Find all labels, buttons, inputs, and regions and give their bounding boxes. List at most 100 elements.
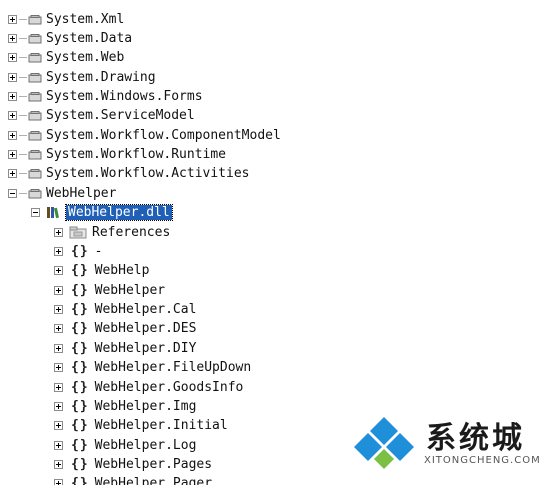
namespace-braces-icon: {}	[71, 302, 89, 317]
site-watermark: 系统城 XITONGCHENG.COM	[354, 411, 544, 473]
tree-item[interactable]: System.Web	[8, 48, 124, 67]
namespace-item[interactable]: {} WebHelper.Initial	[54, 416, 228, 435]
assembly-icon	[28, 72, 42, 82]
namespace-braces-icon: {}	[71, 341, 89, 356]
namespace-item[interactable]: {} WebHelper.Pages	[54, 455, 212, 474]
namespace-item[interactable]: {} WebHelper.DIY	[54, 339, 196, 358]
namespace-braces-icon: {}	[71, 321, 89, 336]
watermark-subtitle: XITONGCHENG.COM	[424, 455, 541, 466]
expand-plus-icon[interactable]	[54, 228, 63, 237]
namespace-label: WebHelper.Pages	[94, 457, 213, 472]
namespace-braces-icon: {}	[71, 438, 89, 453]
expand-plus-icon[interactable]	[8, 131, 17, 140]
namespace-braces-icon: {}	[71, 244, 89, 259]
collapse-minus-icon[interactable]	[8, 189, 17, 198]
expand-plus-icon[interactable]	[8, 34, 17, 43]
namespace-label: WebHelper.GoodsInfo	[94, 380, 244, 395]
selected-dll-label: WebHelper.dll	[65, 204, 173, 221]
expand-plus-icon[interactable]	[54, 383, 63, 392]
expand-plus-icon[interactable]	[54, 402, 63, 411]
assembly-icon	[28, 149, 42, 159]
namespace-braces-icon: {}	[71, 418, 89, 433]
tree-item-dll[interactable]: WebHelper.dll	[31, 203, 173, 222]
tree-item[interactable]: System.Xml	[8, 10, 124, 29]
tree-item-label: System.Workflow.Runtime	[46, 147, 227, 162]
namespace-label: WebHelper.DIY	[94, 341, 197, 356]
tree-item-label: System.Workflow.ComponentModel	[46, 128, 281, 143]
tree-item[interactable]: System.Windows.Forms	[8, 87, 203, 106]
expand-plus-icon[interactable]	[54, 286, 63, 295]
namespace-braces-icon: {}	[71, 360, 89, 375]
references-folder-icon	[69, 226, 87, 239]
namespace-item[interactable]: {} WebHelper.Cal	[54, 300, 196, 319]
expand-plus-icon[interactable]	[54, 305, 63, 314]
namespace-braces-icon: {}	[71, 263, 89, 278]
namespace-item[interactable]: {} WebHelper.GoodsInfo	[54, 378, 243, 397]
namespace-label: WebHelp	[94, 263, 150, 278]
namespace-item[interactable]: {} WebHelper.Log	[54, 436, 196, 455]
tree-item-label: WebHelper	[46, 186, 117, 201]
expand-plus-icon[interactable]	[54, 344, 63, 353]
expand-plus-icon[interactable]	[8, 169, 17, 178]
namespace-label: WebHelper.Cal	[94, 302, 197, 317]
assembly-icon	[28, 130, 42, 140]
tree-item[interactable]: System.Workflow.Activities	[8, 164, 250, 183]
assembly-icon	[28, 14, 42, 24]
namespace-item[interactable]: {} WebHelper.DES	[54, 319, 196, 338]
expand-plus-icon[interactable]	[54, 460, 63, 469]
expand-plus-icon[interactable]	[54, 421, 63, 430]
tree-item-label: System.Xml	[46, 12, 125, 27]
object-browser-tree: System.Xml System.Data System.Web System…	[0, 0, 550, 485]
tree-item-label: System.ServiceModel	[46, 108, 195, 123]
tree-item-label: References	[92, 225, 171, 240]
namespace-braces-icon: {}	[71, 380, 89, 395]
namespace-label: WebHelper	[94, 283, 166, 298]
namespace-item[interactable]: {} WebHelper	[54, 281, 165, 300]
expand-plus-icon[interactable]	[8, 73, 17, 82]
tree-item-webhelper[interactable]: WebHelper	[8, 184, 116, 203]
tree-item[interactable]: System.ServiceModel	[8, 106, 195, 125]
namespace-item[interactable]: {} WebHelp	[54, 261, 149, 280]
namespace-label: WebHelper.Log	[94, 438, 197, 453]
tree-item-label: System.Workflow.Activities	[46, 166, 250, 181]
assembly-icon	[28, 188, 42, 198]
namespace-label: WebHelper.Img	[94, 399, 197, 414]
expand-plus-icon[interactable]	[8, 53, 17, 62]
tree-item-label: System.Windows.Forms	[46, 89, 203, 104]
expand-plus-icon[interactable]	[8, 150, 17, 159]
namespace-item[interactable]: {} WebHelper.FileUpDown	[54, 358, 251, 377]
tree-item-references[interactable]: References	[54, 223, 170, 242]
namespace-braces-icon: {}	[71, 476, 89, 485]
namespace-braces-icon: {}	[71, 399, 89, 414]
expand-plus-icon[interactable]	[54, 266, 63, 275]
tree-item[interactable]: System.Workflow.ComponentModel	[8, 126, 281, 145]
tree-item[interactable]: System.Drawing	[8, 68, 156, 87]
assembly-icon	[28, 110, 42, 120]
expand-plus-icon[interactable]	[54, 324, 63, 333]
namespace-item[interactable]: {} WebHelper.Img	[54, 397, 196, 416]
tree-item-label: System.Drawing	[46, 70, 156, 85]
namespace-label: WebHelper.Pager	[94, 476, 213, 485]
expand-plus-icon[interactable]	[8, 15, 17, 24]
collapse-minus-icon[interactable]	[31, 208, 40, 217]
assembly-icon	[28, 33, 42, 43]
expand-plus-icon[interactable]	[8, 111, 17, 120]
tree-item[interactable]: System.Data	[8, 29, 132, 48]
expand-plus-icon[interactable]	[54, 363, 63, 372]
assembly-icon	[28, 91, 42, 101]
tree-item[interactable]: System.Workflow.Runtime	[8, 145, 226, 164]
assembly-icon	[28, 52, 42, 62]
expand-plus-icon[interactable]	[54, 479, 63, 485]
namespace-label: -	[94, 244, 103, 259]
tree-item-label: System.Web	[46, 50, 125, 65]
watermark-logo-icon	[354, 417, 414, 469]
namespace-item[interactable]: {} -	[54, 242, 102, 261]
namespace-item[interactable]: {} WebHelper.Pager	[54, 474, 212, 485]
library-books-icon	[47, 207, 59, 219]
expand-plus-icon[interactable]	[54, 247, 63, 256]
tree-item-label: System.Data	[46, 31, 133, 46]
namespace-label: WebHelper.DES	[94, 321, 197, 336]
expand-plus-icon[interactable]	[54, 441, 63, 450]
namespace-braces-icon: {}	[71, 457, 89, 472]
expand-plus-icon[interactable]	[8, 92, 17, 101]
